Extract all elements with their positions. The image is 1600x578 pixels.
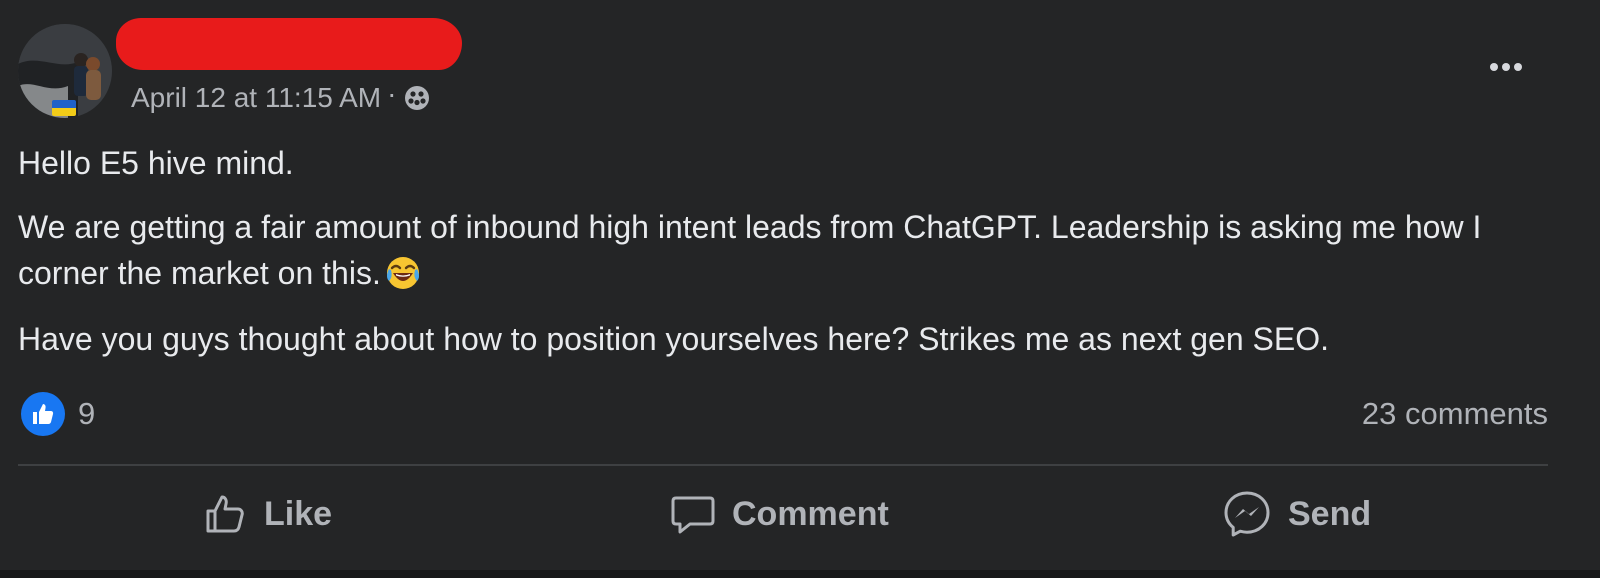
thumbs-up-icon <box>206 495 244 533</box>
like-reaction-icon[interactable] <box>21 392 65 436</box>
like-button[interactable]: Like <box>204 484 332 544</box>
comment-bubble-icon <box>671 496 715 534</box>
author-name-redacted[interactable] <box>116 18 462 70</box>
comment-label: Comment <box>732 494 889 533</box>
divider <box>18 464 1548 466</box>
group-privacy-icon[interactable] <box>402 83 432 113</box>
comments-count[interactable]: 23 comments <box>1362 396 1548 432</box>
reaction-count[interactable]: 9 <box>78 396 95 432</box>
comment-button[interactable]: Comment <box>670 484 889 544</box>
send-label: Send <box>1288 494 1372 533</box>
post-paragraph-2: We are getting a fair amount of inbound … <box>18 204 1578 296</box>
post-timestamp[interactable]: April 12 at 11:15 AM <box>131 82 381 114</box>
post-meta: April 12 at 11:15 AM · <box>131 78 432 116</box>
messenger-icon <box>1224 491 1270 537</box>
ukraine-flag-icon <box>52 100 76 116</box>
post-paragraph-2-text: We are getting a fair amount of inbound … <box>18 209 1482 291</box>
like-label: Like <box>264 494 333 533</box>
send-button[interactable]: Send <box>1222 484 1371 544</box>
post-paragraph-3: Have you guys thought about how to posit… <box>18 321 1329 357</box>
feed-background <box>0 570 1600 578</box>
more-options-icon[interactable] <box>1484 50 1528 84</box>
meta-separator: · <box>387 78 397 109</box>
post-card: April 12 at 11:15 AM · Hello E5 hive min… <box>0 0 1600 570</box>
laughing-tears-emoji-icon <box>385 255 421 291</box>
post-body: Hello E5 hive mind. We are getting a fai… <box>18 140 1578 382</box>
post-paragraph-1: Hello E5 hive mind. <box>18 145 294 181</box>
